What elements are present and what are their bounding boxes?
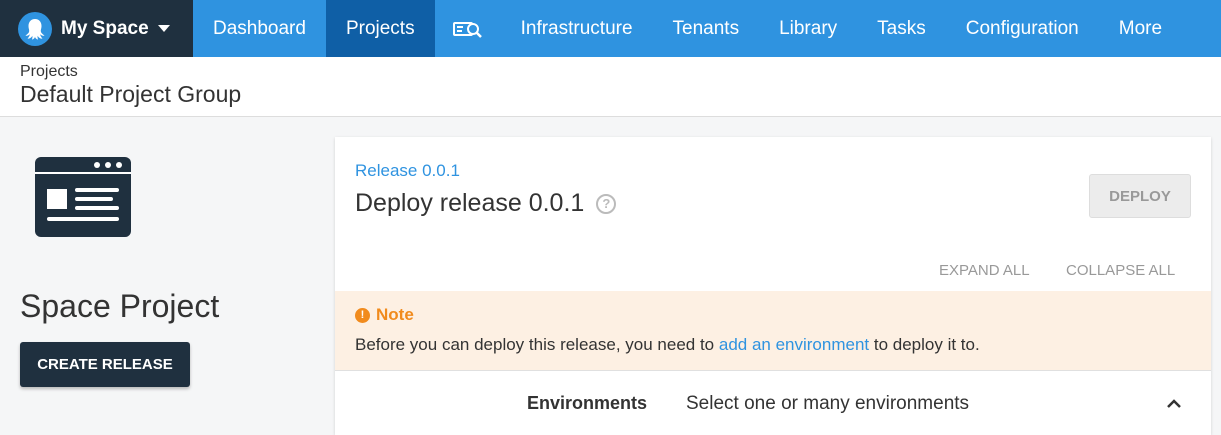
deploy-button[interactable]: DEPLOY — [1089, 174, 1191, 218]
note-body: Before you can deploy this release, you … — [355, 335, 1191, 355]
project-name: Space Project — [20, 288, 220, 324]
chevron-up-icon[interactable] — [1166, 396, 1182, 414]
nav-dashboard[interactable]: Dashboard — [193, 0, 326, 57]
note-text-after: to deploy it to. — [869, 335, 980, 354]
caret-down-icon — [157, 25, 170, 32]
space-name: My Space — [61, 17, 149, 39]
add-environment-link[interactable]: add an environment — [719, 335, 869, 354]
note-callout: ! Note Before you can deploy this releas… — [335, 291, 1211, 371]
nav-configuration[interactable]: Configuration — [946, 0, 1099, 57]
note-text-before: Before you can deploy this release, you … — [355, 335, 719, 354]
nav-tenants[interactable]: Tenants — [653, 0, 760, 57]
browser-window-icon — [35, 157, 131, 242]
search-icon — [452, 21, 482, 38]
environments-label: Environments — [527, 393, 648, 413]
help-icon[interactable]: ? — [596, 193, 617, 214]
create-release-button[interactable]: CREATE RELEASE — [20, 342, 190, 387]
note-title: ! Note — [355, 305, 1191, 325]
breadcrumb[interactable]: Projects — [20, 63, 1221, 81]
environments-summary: Select one or many environments — [686, 393, 970, 414]
warning-icon: ! — [355, 307, 370, 323]
octopus-logo-icon — [18, 11, 52, 46]
nav-projects[interactable]: Projects — [325, 0, 435, 57]
collapse-all-button[interactable]: COLLAPSE ALL — [1066, 262, 1175, 279]
nav-more[interactable]: More — [1099, 0, 1182, 57]
nav-library[interactable]: Library — [759, 0, 857, 57]
nav-tasks[interactable]: Tasks — [857, 0, 946, 57]
space-switcher[interactable]: My Space — [0, 0, 193, 57]
environments-section[interactable]: Environments Select one or many environm… — [335, 372, 1211, 435]
deploy-title-text: Deploy release 0.0.1 — [355, 189, 585, 217]
expand-all-button[interactable]: EXPAND ALL — [939, 262, 1030, 279]
page-title: Default Project Group — [20, 81, 242, 107]
page-header: Projects Default Project Group — [0, 57, 1221, 117]
nav-search[interactable] — [435, 0, 501, 57]
deploy-card: Release 0.0.1 Deploy release 0.0.1 ? DEP… — [335, 137, 1211, 435]
note-title-text: Note — [376, 305, 414, 324]
release-link[interactable]: Release 0.0.1 — [355, 161, 460, 181]
top-nav: My Space Dashboard Projects Infrastructu… — [0, 0, 1221, 57]
nav-infrastructure[interactable]: Infrastructure — [501, 0, 653, 57]
project-sidebar: Space Project CREATE RELEASE — [0, 118, 320, 435]
deploy-title: Deploy release 0.0.1 ? — [355, 189, 617, 218]
